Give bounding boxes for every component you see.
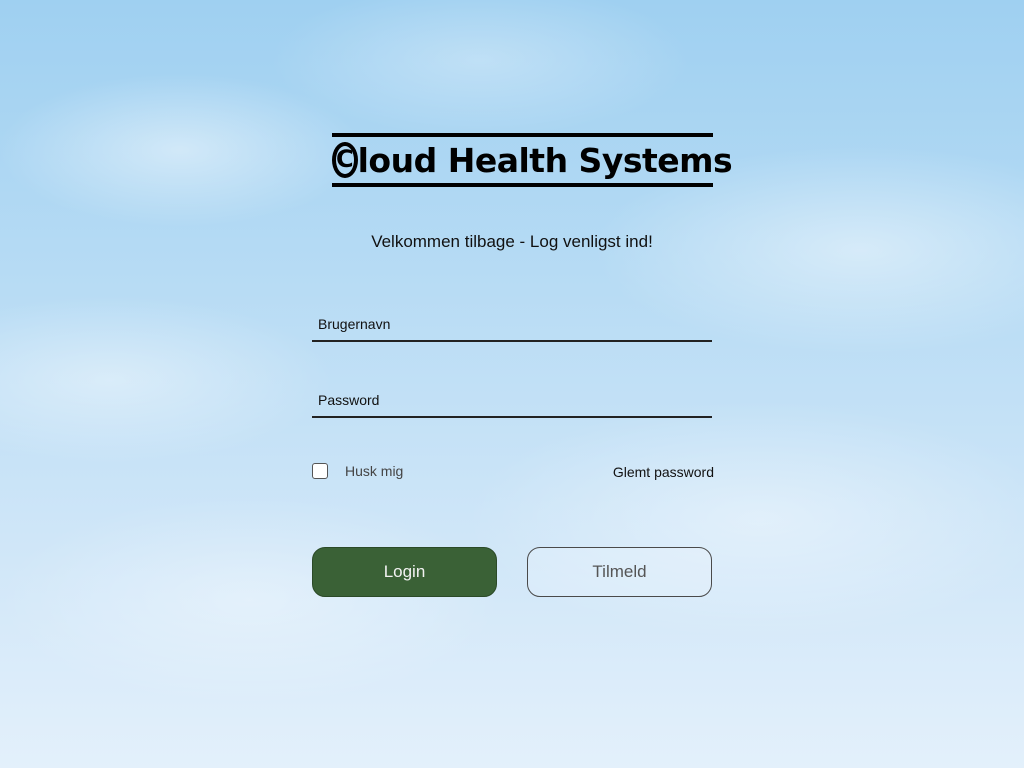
app-logo: C loud Health Systems <box>332 133 733 187</box>
forgot-password-link[interactable]: Glemt password <box>613 464 714 480</box>
logo-name: loud Health Systems <box>357 140 733 180</box>
logo-c-circle-icon: C <box>332 142 358 178</box>
remember-me-checkbox[interactable] <box>312 463 328 479</box>
remember-me[interactable]: Husk mig <box>312 463 403 479</box>
logo-letter: C <box>336 145 354 173</box>
username-input[interactable] <box>312 308 712 342</box>
welcome-message: Velkommen tilbage - Log venligst ind! <box>371 232 653 251</box>
login-button[interactable]: Login <box>312 547 497 597</box>
signup-button[interactable]: Tilmeld <box>527 547 712 597</box>
password-input[interactable] <box>312 384 712 418</box>
remember-me-label: Husk mig <box>345 463 404 479</box>
